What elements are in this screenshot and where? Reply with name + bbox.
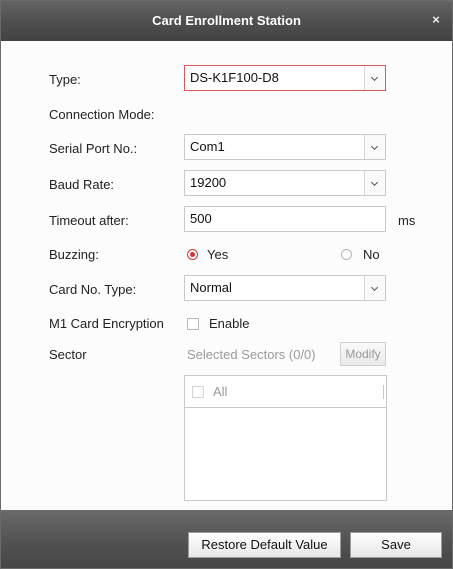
card-no-type-value: Normal — [190, 280, 232, 295]
dialog-body: Type: DS-K1F100-D8 Connection Mode: Seri… — [1, 41, 452, 510]
m1-enable-checkbox[interactable] — [187, 318, 199, 330]
restore-default-button[interactable]: Restore Default Value — [188, 532, 341, 558]
card-enrollment-dialog: Card Enrollment Station × Type: DS-K1F10… — [0, 0, 453, 569]
serial-port-label: Serial Port No.: — [49, 141, 138, 156]
serial-port-value: Com1 — [190, 139, 225, 154]
sector-list[interactable]: All — [184, 375, 387, 501]
timeout-value: 500 — [190, 211, 212, 226]
chevron-down-icon[interactable] — [364, 276, 385, 300]
baud-rate-label: Baud Rate: — [49, 177, 115, 192]
selected-sectors-text: Selected Sectors (0/0) — [187, 347, 316, 362]
buzzing-no-label: No — [363, 247, 380, 262]
modify-button[interactable]: Modify — [340, 342, 386, 366]
all-sectors-label: All — [213, 384, 228, 399]
buzzing-label: Buzzing: — [49, 247, 99, 262]
m1-enable-label: Enable — [209, 316, 250, 331]
timeout-unit: ms — [398, 213, 416, 228]
buzzing-yes-radio[interactable] — [187, 249, 198, 260]
m1-encryption-label: M1 Card Encryption — [49, 316, 164, 331]
chevron-down-icon[interactable] — [364, 135, 385, 159]
serial-port-select[interactable]: Com1 — [184, 134, 386, 160]
chevron-down-icon[interactable] — [364, 171, 385, 195]
buzzing-yes-label: Yes — [207, 247, 229, 262]
chevron-down-icon[interactable] — [364, 66, 385, 90]
save-button[interactable]: Save — [350, 532, 442, 558]
type-select[interactable]: DS-K1F100-D8 — [184, 65, 386, 91]
column-separator — [383, 385, 384, 399]
connection-mode-label: Connection Mode: — [49, 107, 155, 122]
baud-rate-value: 19200 — [190, 175, 227, 190]
all-sectors-checkbox[interactable] — [192, 386, 204, 398]
dialog-footer: Restore Default Value Save — [1, 510, 452, 568]
buzzing-no-radio[interactable] — [341, 249, 352, 260]
close-icon[interactable]: × — [429, 13, 443, 27]
timeout-input[interactable]: 500 — [184, 206, 386, 232]
type-label: Type: — [49, 72, 81, 87]
type-value: DS-K1F100-D8 — [190, 70, 279, 85]
sector-list-header: All — [185, 376, 386, 408]
timeout-label: Timeout after: — [49, 213, 129, 228]
card-no-type-label: Card No. Type: — [49, 282, 137, 297]
dialog-title: Card Enrollment Station — [152, 13, 301, 28]
baud-rate-select[interactable]: 19200 — [184, 170, 386, 196]
title-bar: Card Enrollment Station × — [1, 1, 452, 41]
card-no-type-select[interactable]: Normal — [184, 275, 386, 301]
sector-label: Sector — [49, 347, 87, 362]
